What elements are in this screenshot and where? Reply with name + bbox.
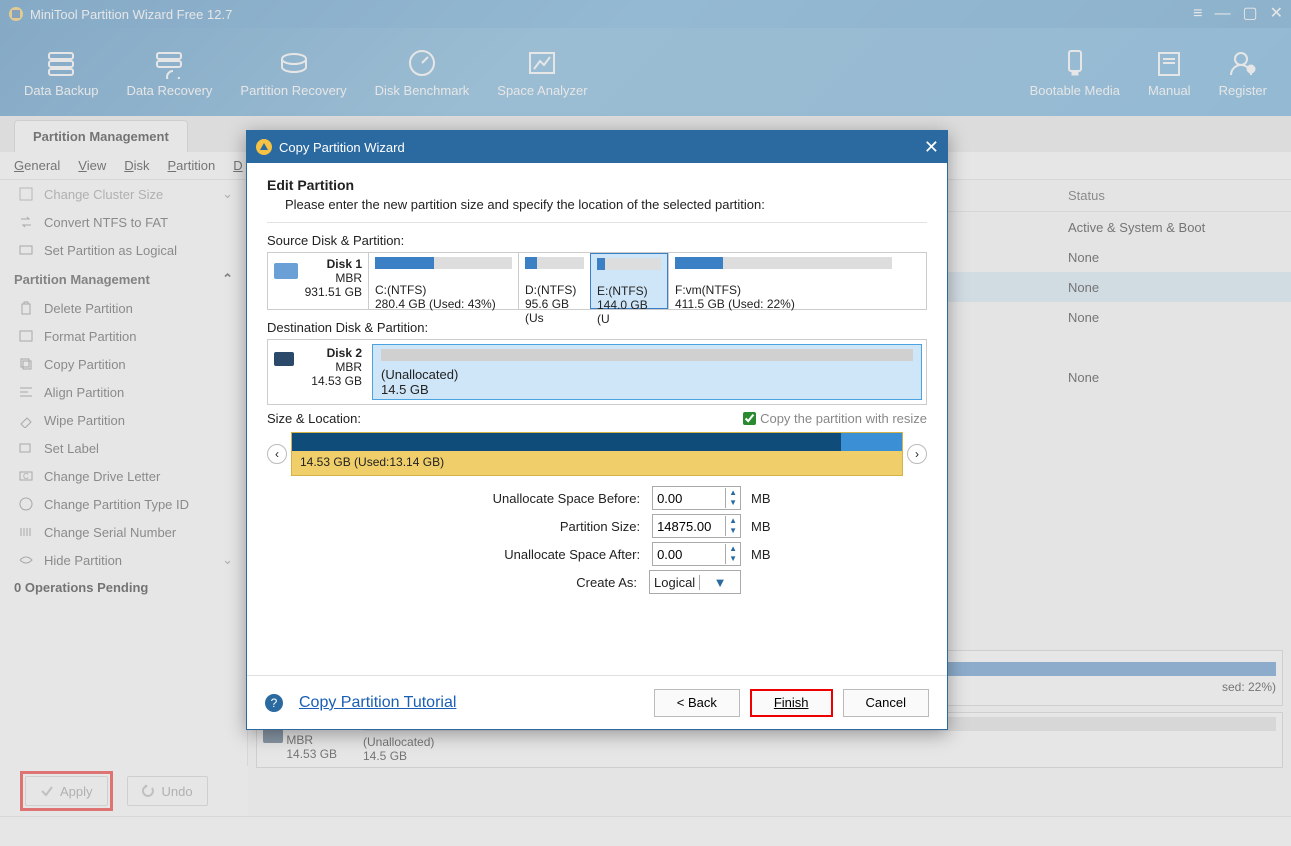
finish-button[interactable]: Finish [750,689,833,717]
dialog-heading: Edit Partition [267,177,927,193]
create-as-label: Create As: [323,575,643,590]
copy-partition-wizard-dialog: Copy Partition Wizard ✕ Edit Partition P… [246,130,948,730]
before-input[interactable]: ▲▼ [652,486,741,510]
source-partition[interactable]: E:(NTFS)144.0 GB (U [590,253,668,309]
dest-disk: Disk 2 MBR 14.53 GB (Unallocated) 14.5 G… [267,339,927,405]
spin-down-icon[interactable]: ▼ [726,526,740,536]
back-button[interactable]: < Back [654,689,740,717]
size-input[interactable]: ▲▼ [652,514,741,538]
create-as-select[interactable]: Logical ▼ [649,570,741,594]
spin-up-icon[interactable]: ▲ [726,516,740,526]
size-location-label: Size & Location: [267,411,361,426]
wizard-icon [255,138,273,156]
tutorial-link[interactable]: Copy Partition Tutorial [299,694,456,712]
source-label: Source Disk & Partition: [267,233,927,248]
usb-disk-icon [274,352,294,366]
chevron-down-icon[interactable]: ▼ [699,575,740,590]
dialog-titlebar: Copy Partition Wizard ✕ [247,131,947,163]
source-partition[interactable]: D:(NTFS)95.6 GB (Us [518,253,590,309]
spin-down-icon[interactable]: ▼ [726,554,740,564]
spin-up-icon[interactable]: ▲ [726,544,740,554]
dest-partition[interactable]: (Unallocated) 14.5 GB [372,344,922,400]
resizer-left-icon[interactable]: ‹ [267,444,287,464]
source-disk: Disk 1 MBR 931.51 GB C:(NTFS)280.4 GB (U… [267,252,927,310]
source-partition[interactable]: C:(NTFS)280.4 GB (Used: 43%) [368,253,518,309]
disk-icon [274,263,298,279]
cancel-button[interactable]: Cancel [843,689,929,717]
dialog-subtitle: Please enter the new partition size and … [285,197,927,212]
after-label: Unallocate Space After: [326,547,646,562]
resizer-right-icon[interactable]: › [907,444,927,464]
dialog-close-icon[interactable]: ✕ [924,137,939,158]
spin-down-icon[interactable]: ▼ [726,498,740,508]
resizer-bar[interactable]: 14.53 GB (Used:13.14 GB) [291,432,903,476]
help-icon[interactable]: ? [265,694,283,712]
size-label: Partition Size: [326,519,646,534]
before-label: Unallocate Space Before: [326,491,646,506]
source-partition[interactable]: F:vm(NTFS)411.5 GB (Used: 22%) [668,253,898,309]
spin-up-icon[interactable]: ▲ [726,488,740,498]
resizer[interactable]: ‹ 14.53 GB (Used:13.14 GB) › [267,432,927,476]
after-input[interactable]: ▲▼ [652,542,741,566]
copy-resize-checkbox[interactable]: Copy the partition with resize [743,411,927,426]
dialog-footer: ? Copy Partition Tutorial < Back Finish … [247,675,947,729]
